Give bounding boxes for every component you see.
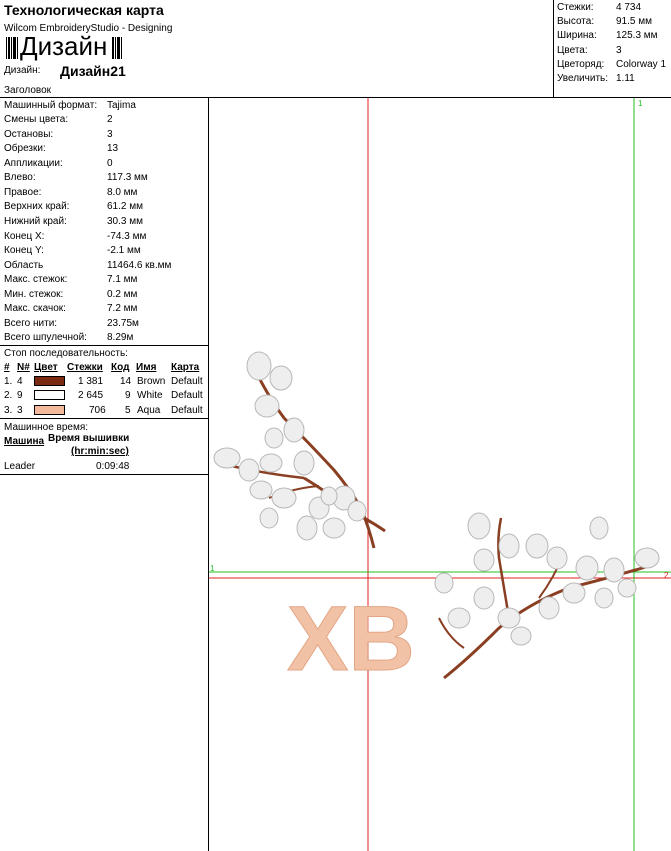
buds-left xyxy=(213,351,367,541)
seq-n: 4 xyxy=(17,376,23,387)
col-header: Карта xyxy=(171,362,200,373)
detail-label: Конец X: xyxy=(4,231,45,242)
detail-label: Макс. скачок: xyxy=(4,303,66,314)
seq-num: 1. xyxy=(4,376,13,387)
summary-label: Цветоряд: xyxy=(557,59,605,70)
detail-label: Машинный формат: xyxy=(4,100,98,111)
seq-code: 5 xyxy=(125,405,131,416)
seq-num: 3. xyxy=(4,405,13,416)
detail-label: Влево: xyxy=(4,172,36,183)
barcode-right xyxy=(112,37,124,59)
color-swatch xyxy=(34,390,65,400)
detail-value: 7.1 мм xyxy=(107,274,138,285)
detail-label: Обрезки: xyxy=(4,143,46,154)
divider-bottom-left xyxy=(0,474,208,475)
detail-value: -2.1 мм xyxy=(107,245,141,256)
detail-value: 8.0 мм xyxy=(107,187,138,198)
seq-code: 9 xyxy=(125,390,131,401)
summary-label: Цвета: xyxy=(557,45,588,56)
barcode-left xyxy=(6,37,18,59)
seq-chart: Default xyxy=(171,390,203,401)
col-header: Код xyxy=(111,362,130,373)
detail-value: 13 xyxy=(107,143,119,154)
sequence-title: Стоп последовательность: xyxy=(4,348,128,359)
summary-label: Увеличить: xyxy=(557,73,609,84)
seq-code: 14 xyxy=(120,376,132,387)
detail-label: Всего нити: xyxy=(4,318,58,329)
col-header: # xyxy=(4,362,10,373)
detail-label: Правое: xyxy=(4,187,42,198)
detail-value: 8.29м xyxy=(107,332,134,343)
detail-label: Мин. стежок: xyxy=(4,289,64,300)
detail-value: -74.3 мм xyxy=(107,231,147,242)
page-title: Технологическая карта xyxy=(4,2,164,18)
summary-value: 4 734 xyxy=(616,2,642,13)
detail-value: 30.3 мм xyxy=(107,216,143,227)
divider-sequence xyxy=(0,345,208,346)
detail-label: Верхних край: xyxy=(4,201,70,212)
seq-stitches: 706 xyxy=(89,405,106,416)
detail-label: Остановы: xyxy=(4,129,54,140)
machine-name: Leader xyxy=(4,461,36,472)
seq-stitches: 2 645 xyxy=(78,390,104,401)
machine-time-title: Машинное время: xyxy=(4,422,89,433)
detail-value: 3 xyxy=(107,129,113,140)
machine-time-value: 0:09:48 xyxy=(96,461,130,472)
color-swatch xyxy=(34,405,65,415)
detail-label: Конец Y: xyxy=(4,245,44,256)
summary-value: 1.11 xyxy=(616,73,635,84)
detail-value: Tajima xyxy=(107,100,136,111)
seq-chart: Default xyxy=(171,376,203,387)
divider-machine-time xyxy=(0,418,208,419)
summary-label: Ширина: xyxy=(557,30,597,41)
seq-num: 2. xyxy=(4,390,13,401)
detail-label: Макс. стежок: xyxy=(4,274,68,285)
col-header: Цвет xyxy=(34,362,58,373)
detail-value: 7.2 мм xyxy=(107,303,138,314)
marker-1-left: 1 xyxy=(210,564,215,573)
detail-value: 0 xyxy=(107,158,113,169)
design-name: Дизайн21 xyxy=(60,63,126,79)
seq-stitches: 1 381 xyxy=(78,376,104,387)
detail-label: Нижний край: xyxy=(4,216,67,227)
seq-name: White xyxy=(137,390,163,401)
summary-value: 91.5 мм xyxy=(616,16,652,27)
summary-value: 3 xyxy=(616,45,622,56)
col-header: Имя xyxy=(136,362,157,373)
seq-n: 3 xyxy=(17,405,23,416)
detail-value: 117.3 мм xyxy=(107,172,148,183)
divider-summary xyxy=(553,0,554,97)
detail-value: 61.2 мм xyxy=(107,201,143,212)
summary-label: Стежки: xyxy=(557,2,594,13)
summary-value: 125.3 мм xyxy=(616,30,658,41)
heading-label: Заголовок xyxy=(4,85,52,96)
detail-value: 11464.6 кв.мм xyxy=(107,260,172,271)
seq-name: Aqua xyxy=(137,405,161,416)
seq-chart: Default xyxy=(171,405,203,416)
seq-n: 9 xyxy=(17,390,23,401)
marker-2: 2 xyxy=(664,571,669,580)
seq-name: Brown xyxy=(137,376,166,387)
col-header: N# xyxy=(17,362,30,373)
detail-label: Всего шпулечной: xyxy=(4,332,87,343)
buds-right xyxy=(434,512,660,646)
detail-label: Аппликации: xyxy=(4,158,63,169)
summary-value: Colorway 1 xyxy=(616,59,667,70)
machine-col-header: Машина xyxy=(4,436,45,447)
design-banner: Дизайн xyxy=(20,31,108,61)
col-header: Стежки xyxy=(67,362,103,373)
design-label: Дизайн: xyxy=(4,65,41,76)
color-swatch xyxy=(34,376,65,386)
marker-1-top: 1 xyxy=(638,99,643,108)
detail-label: Смены цвета: xyxy=(4,114,69,125)
time-col-unit: (hr:min:sec) xyxy=(71,446,129,457)
detail-value: 23.75м xyxy=(107,318,139,329)
time-col-header: Время вышивки xyxy=(48,433,130,444)
detail-label: Область xyxy=(4,260,44,271)
detail-value: 0.2 мм xyxy=(107,289,138,300)
detail-value: 2 xyxy=(107,114,113,125)
summary-label: Высота: xyxy=(557,16,595,27)
design-preview: 1 1 2 ХВ xyxy=(209,98,671,851)
design-monogram: ХВ xyxy=(287,588,415,690)
